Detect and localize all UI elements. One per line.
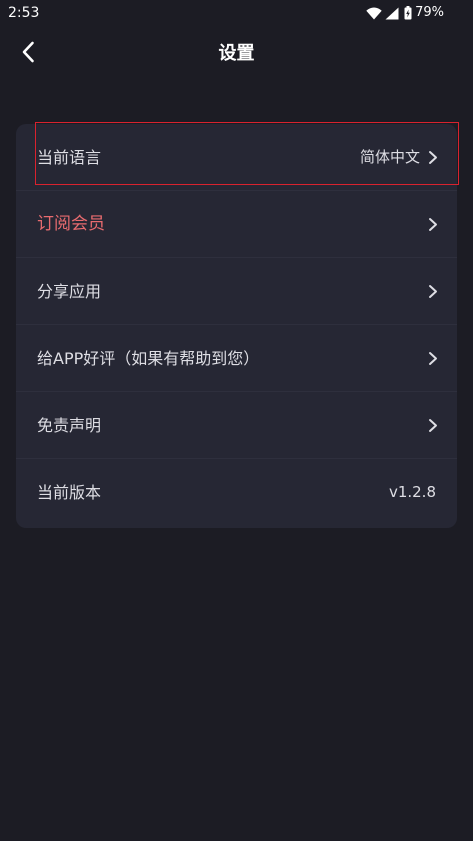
setting-row-share[interactable]: 分享应用 <box>16 258 457 325</box>
status-time: 2:53 <box>8 5 40 21</box>
setting-value-version: v1.2.8 <box>388 483 436 501</box>
battery-percent: 79% <box>415 5 444 20</box>
setting-label-share: 分享应用 <box>37 282 102 301</box>
app-header: 设置 <box>0 30 473 78</box>
chevron-right-icon <box>427 418 439 433</box>
chevron-right-icon <box>427 351 439 366</box>
setting-value-language: 简体中文 <box>359 148 420 166</box>
setting-label-rate: 给APP好评（如果有帮助到您） <box>37 349 260 368</box>
setting-row-language[interactable]: 当前语言 简体中文 <box>16 124 457 191</box>
battery-charging-icon <box>404 6 412 20</box>
setting-row-rate[interactable]: 给APP好评（如果有帮助到您） <box>16 325 457 392</box>
setting-label-version: 当前版本 <box>37 483 102 502</box>
chevron-right-icon <box>427 150 439 165</box>
chevron-right-icon <box>427 217 439 232</box>
settings-list: 当前语言 简体中文 订阅会员 分享应用 给APP好评（如果有帮助到您） 免责声明… <box>16 124 457 528</box>
setting-label-language: 当前语言 <box>37 148 102 167</box>
signal-icon <box>385 7 399 20</box>
setting-row-subscribe[interactable]: 订阅会员 <box>16 191 457 258</box>
page-title: 设置 <box>218 43 255 64</box>
status-icons: 79% <box>366 4 444 22</box>
setting-row-version: 当前版本 v1.2.8 <box>16 459 457 526</box>
setting-label-disclaimer: 免责声明 <box>37 416 102 435</box>
chevron-right-icon <box>427 284 439 299</box>
status-bar: 2:53 79% <box>0 0 473 26</box>
setting-row-disclaimer[interactable]: 免责声明 <box>16 392 457 459</box>
setting-label-subscribe: 订阅会员 <box>37 214 105 234</box>
wifi-icon <box>366 7 382 20</box>
